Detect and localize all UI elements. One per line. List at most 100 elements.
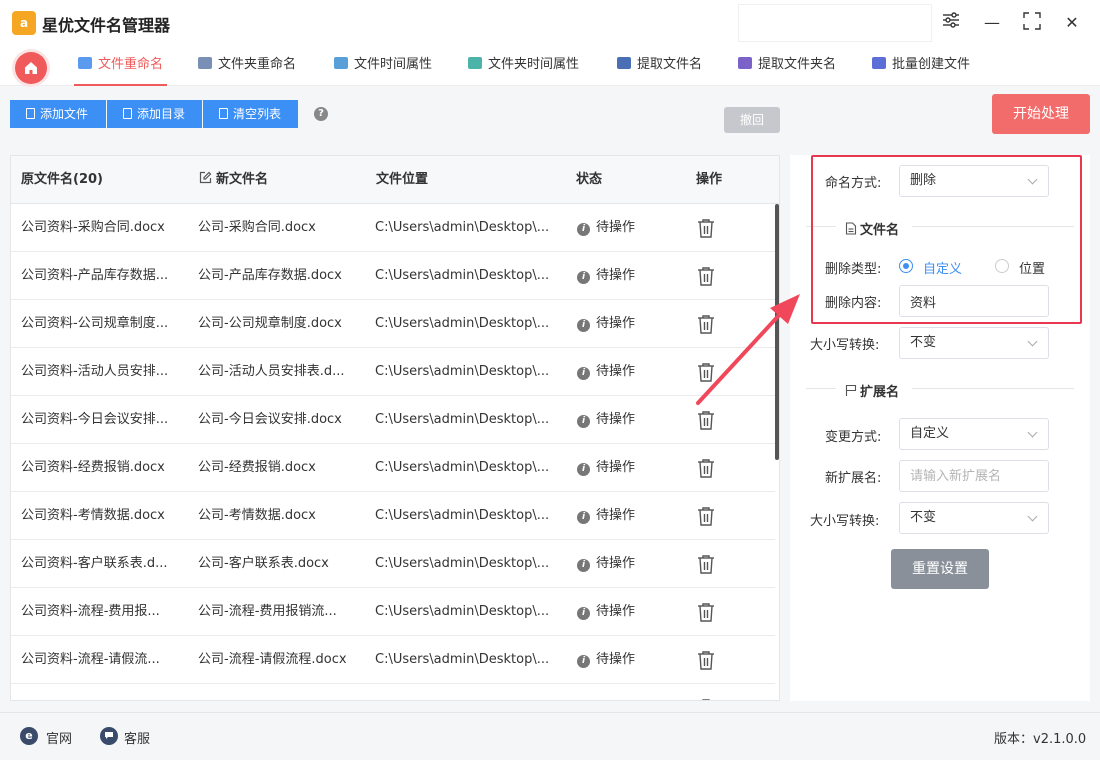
home-button[interactable] [15, 52, 47, 84]
website-link[interactable]: 官网 [46, 728, 72, 747]
tab-file-rename[interactable]: 文件重命名 [74, 46, 168, 86]
file-table: 原文件名(20) 新文件名 文件位置 状态 操作 公司资料-采购合同.docx 公… [10, 155, 780, 701]
clear-list-button[interactable]: 清空列表 [203, 100, 298, 128]
maximize-button[interactable] [1021, 12, 1043, 34]
change-mode-label: 变更方式: [825, 430, 882, 445]
status-cell: i 待操作 [577, 588, 667, 636]
edit-icon [199, 171, 212, 184]
delete-row-icon[interactable] [697, 650, 715, 670]
folder-rename-icon [198, 57, 212, 69]
table-row[interactable]: 公司资料-活动人员安排... 公司-活动人员安排表.d... C:\Users\ad… [11, 348, 775, 396]
original-name-cell: 公司资料-公司规章制度... [21, 316, 169, 331]
add-directory-button[interactable]: 添加目录 [107, 100, 202, 128]
header-status: 状态 [576, 172, 603, 187]
support-icon[interactable] [100, 727, 118, 745]
trash-icon [219, 108, 228, 119]
location-cell: C:\Users\admin\Desktop\... [375, 220, 550, 235]
table-row[interactable] [11, 684, 775, 700]
delete-row-icon[interactable] [697, 218, 715, 238]
table-row[interactable]: 公司资料-考情数据.docx 公司-考情数据.docx C:\Users\admin… [11, 492, 775, 540]
new-name-cell: 公司-流程-请假流程.docx [198, 652, 347, 667]
settings-icon[interactable] [940, 12, 962, 34]
info-icon: i [577, 319, 590, 332]
flag-icon [845, 384, 857, 396]
extract-filename-icon [617, 57, 631, 69]
location-cell: C:\Users\admin\Desktop\... [375, 412, 550, 427]
table-row[interactable]: 公司资料-公司规章制度... 公司-公司规章制度.docx C:\Users\adm… [11, 300, 775, 348]
delete-row-icon[interactable] [697, 602, 715, 622]
delete-row-icon[interactable] [697, 506, 715, 526]
support-link[interactable]: 客服 [124, 728, 150, 747]
help-icon[interactable]: ? [314, 107, 328, 121]
radio-position[interactable] [995, 259, 1009, 273]
original-name-cell: 公司资料-客户联系表.d... [21, 556, 168, 571]
undo-button[interactable]: 撤回 [724, 107, 780, 133]
delete-row-icon[interactable] [697, 410, 715, 430]
delete-content-input[interactable] [899, 285, 1049, 317]
new-name-cell: 公司-考情数据.docx [198, 508, 316, 523]
tab-extract-foldername[interactable]: 提取文件夹名 [738, 46, 836, 86]
filename-section-title: 文件名 [845, 219, 899, 238]
status-cell: i 待操作 [577, 300, 667, 348]
radio-position-label[interactable]: 位置 [1019, 258, 1045, 277]
status-cell: i 待操作 [577, 492, 667, 540]
case-conversion-label: 大小写转换: [810, 338, 880, 353]
header-location: 文件位置 [376, 172, 429, 187]
tab-extract-filename[interactable]: 提取文件名 [617, 46, 702, 86]
delete-row-icon[interactable] [697, 458, 715, 478]
info-icon: i [577, 223, 590, 236]
ext-case-conversion-select[interactable]: 不变 [899, 502, 1049, 534]
version-label: 版本：v2.1.0.0 [994, 732, 1087, 747]
new-name-cell: 公司-活动人员安排表.d... [198, 364, 345, 379]
reset-settings-button[interactable]: 重置设置 [891, 549, 989, 589]
start-processing-button[interactable]: 开始处理 [992, 94, 1090, 134]
minimize-button[interactable]: — [981, 12, 1003, 34]
table-row[interactable]: 公司资料-采购合同.docx 公司-采购合同.docx C:\Users\admin… [11, 204, 775, 252]
section-divider [912, 388, 1074, 389]
annotation-arrow [696, 294, 800, 405]
radio-custom[interactable] [899, 259, 913, 273]
table-row[interactable]: 公司资料-客户联系表.d... 公司-客户联系表.docx C:\Users\adm… [11, 540, 775, 588]
ext-case-conversion-label: 大小写转换: [810, 514, 880, 529]
radio-custom-label[interactable]: 自定义 [923, 258, 962, 277]
header-action: 操作 [696, 172, 723, 187]
new-name-cell: 公司-采购合同.docx [198, 220, 316, 235]
delete-row-icon[interactable] [697, 698, 715, 700]
table-row[interactable]: 公司资料-流程-请假流... 公司-流程-请假流程.docx C:\Users\ad… [11, 636, 775, 684]
delete-row-icon[interactable] [697, 266, 715, 286]
tab-folder-time[interactable]: 文件夹时间属性 [468, 46, 579, 86]
info-icon: i [577, 415, 590, 428]
location-cell: C:\Users\admin\Desktop\... [375, 364, 550, 379]
original-name-cell: 公司资料-流程-费用报... [21, 604, 160, 619]
close-button[interactable]: ✕ [1061, 12, 1083, 34]
website-icon[interactable]: e [20, 727, 38, 745]
file-icon [845, 222, 857, 235]
status-cell: i 待操作 [577, 636, 667, 684]
tab-batch-create[interactable]: 批量创建文件 [872, 46, 970, 86]
tab-file-time[interactable]: 文件时间属性 [334, 46, 432, 86]
naming-mode-select[interactable]: 删除 [899, 165, 1049, 197]
new-extension-input[interactable] [899, 460, 1049, 492]
add-file-button[interactable]: 添加文件 [10, 100, 106, 128]
tab-folder-rename[interactable]: 文件夹重命名 [198, 46, 296, 86]
header-original-name[interactable]: 原文件名(20) [21, 156, 103, 204]
new-name-cell: 公司-经费报销.docx [198, 460, 316, 475]
status-cell: i 待操作 [577, 540, 667, 588]
original-name-cell: 公司资料-经费报销.docx [21, 460, 165, 475]
table-row[interactable]: 公司资料-产品库存数据... 公司-产品库存数据.docx C:\Users\adm… [11, 252, 775, 300]
tab-bar: 文件重命名 文件夹重命名 文件时间属性 文件夹时间属性 提取文件名 提取文件夹名… [0, 46, 1100, 86]
app-title: 星优文件名管理器 [42, 16, 171, 35]
table-row[interactable]: 公司资料-今日会议安排... 公司-今日会议安排.docx C:\Users\adm… [11, 396, 775, 444]
original-name-cell: 公司资料-活动人员安排... [21, 364, 169, 379]
change-mode-select[interactable]: 自定义 [899, 418, 1049, 450]
table-row[interactable]: 公司资料-经费报销.docx 公司-经费报销.docx C:\Users\admin… [11, 444, 775, 492]
delete-row-icon[interactable] [697, 554, 715, 574]
section-divider [806, 388, 836, 389]
original-name-cell: 公司资料-采购合同.docx [21, 220, 165, 235]
table-row[interactable]: 公司资料-流程-费用报... 公司-流程-费用报销流... C:\Users\adm… [11, 588, 775, 636]
location-cell: C:\Users\admin\Desktop\... [375, 508, 550, 523]
header-new-name[interactable]: 新文件名 [199, 156, 268, 204]
status-cell: i 待操作 [577, 396, 667, 444]
info-icon: i [577, 559, 590, 572]
case-conversion-select[interactable]: 不变 [899, 327, 1049, 359]
